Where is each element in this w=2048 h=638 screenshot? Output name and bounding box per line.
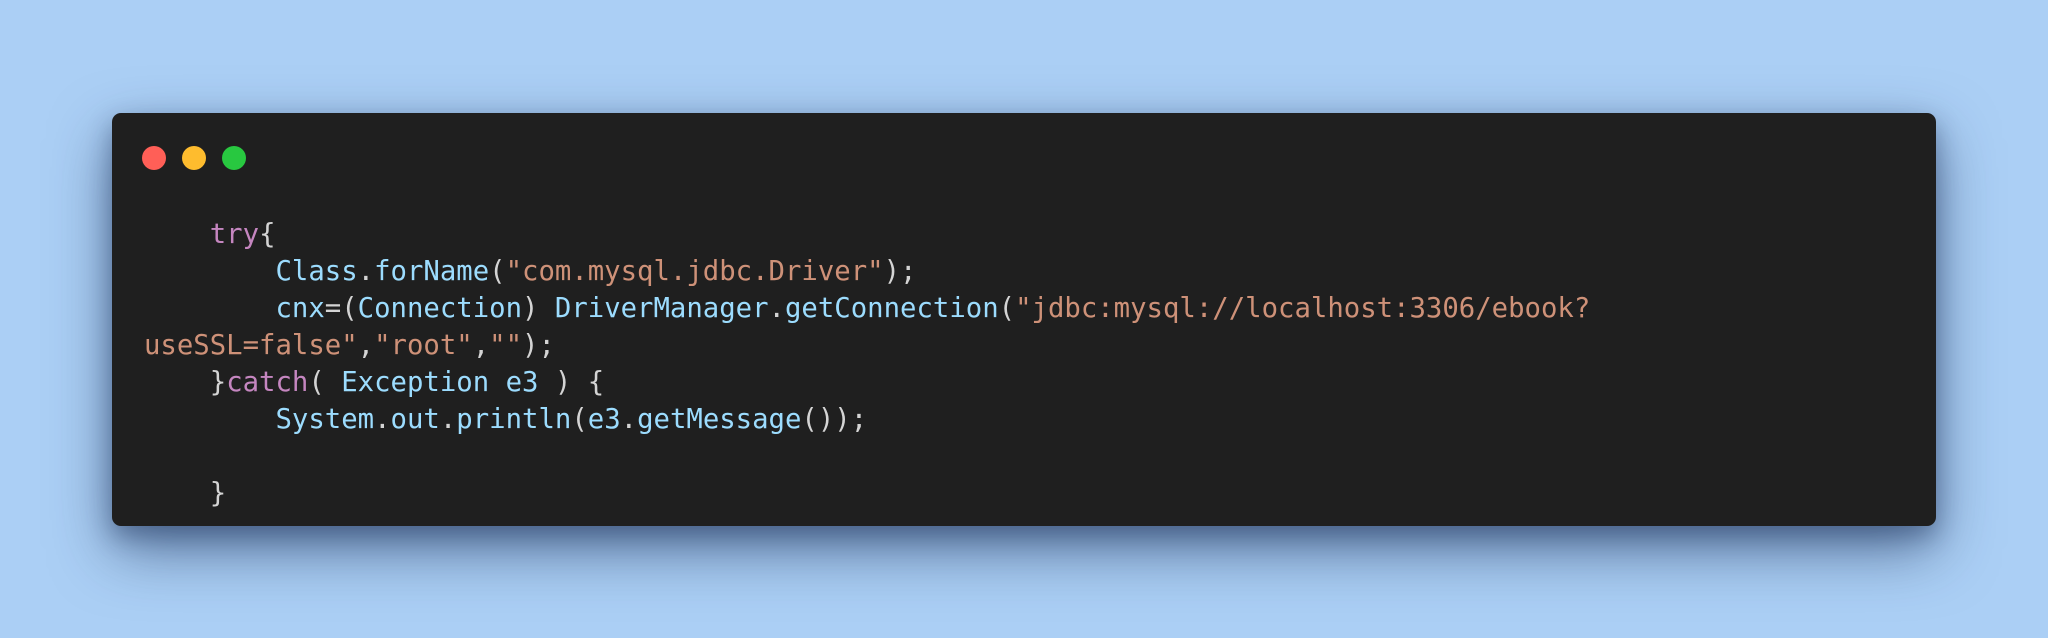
code-block: try{ Class.forName("com.mysql.jdbc.Drive…	[144, 216, 1916, 512]
code-line: System.out.println(e3.getMessage());	[144, 401, 1916, 438]
code-token: getConnection	[784, 293, 999, 324]
code-token: System	[275, 404, 375, 435]
code-token: e3	[587, 404, 621, 435]
code-snippet-window: try{ Class.forName("com.mysql.jdbc.Drive…	[112, 113, 1936, 526]
code-token: .	[374, 404, 391, 435]
code-token: );	[883, 256, 917, 287]
maximize-dot-icon[interactable]	[222, 146, 246, 170]
code-token: println	[456, 404, 572, 435]
code-token: }	[209, 367, 227, 398]
code-token: Connection	[357, 293, 523, 324]
code-token: .	[439, 404, 457, 435]
code-token: cnx	[275, 293, 325, 324]
code-token: "com.mysql.jdbc.Driver"	[505, 256, 884, 287]
code-token: (	[489, 256, 506, 287]
window-controls	[142, 146, 262, 170]
code-token: try	[209, 219, 260, 250]
code-token: )	[522, 293, 555, 324]
close-dot-icon[interactable]	[142, 146, 166, 170]
code-token: ());	[801, 404, 868, 435]
code-token: out	[390, 404, 440, 435]
code-token: ""	[489, 330, 523, 361]
code-token: (	[571, 404, 588, 435]
code-line: useSSL=false","root","");	[144, 327, 1916, 364]
code-token: ) {	[538, 367, 605, 398]
code-token: "root"	[374, 330, 473, 361]
code-token: .	[357, 256, 375, 287]
code-token: Class	[275, 256, 358, 287]
code-token: getMessage	[637, 404, 802, 435]
code-token: useSSL=false"	[144, 330, 358, 361]
code-token: }	[209, 478, 227, 509]
code-token: .	[768, 293, 785, 324]
code-line: Class.forName("com.mysql.jdbc.Driver");	[144, 253, 1916, 290]
code-token: catch	[226, 367, 309, 398]
code-token: DriverManager	[554, 293, 769, 324]
code-token: ,	[472, 330, 490, 361]
code-token: ,	[357, 330, 375, 361]
code-token: {	[259, 219, 276, 250]
minimize-dot-icon[interactable]	[182, 146, 206, 170]
code-line: }	[144, 475, 1916, 512]
code-line: }catch( Exception e3 ) {	[144, 364, 1916, 401]
code-token: Exception	[341, 367, 490, 398]
code-token: (	[308, 367, 342, 398]
code-token: "jdbc:mysql://localhost:3306/ebook?	[1015, 293, 1591, 324]
code-token: forName	[374, 256, 490, 287]
code-line: cnx=(Connection) DriverManager.getConnec…	[144, 290, 1916, 327]
code-line: try{	[144, 216, 1916, 253]
code-token: .	[620, 404, 638, 435]
code-token: );	[522, 330, 555, 361]
code-token: e3	[505, 367, 539, 398]
code-token: =(	[324, 293, 358, 324]
code-token: (	[998, 293, 1016, 324]
